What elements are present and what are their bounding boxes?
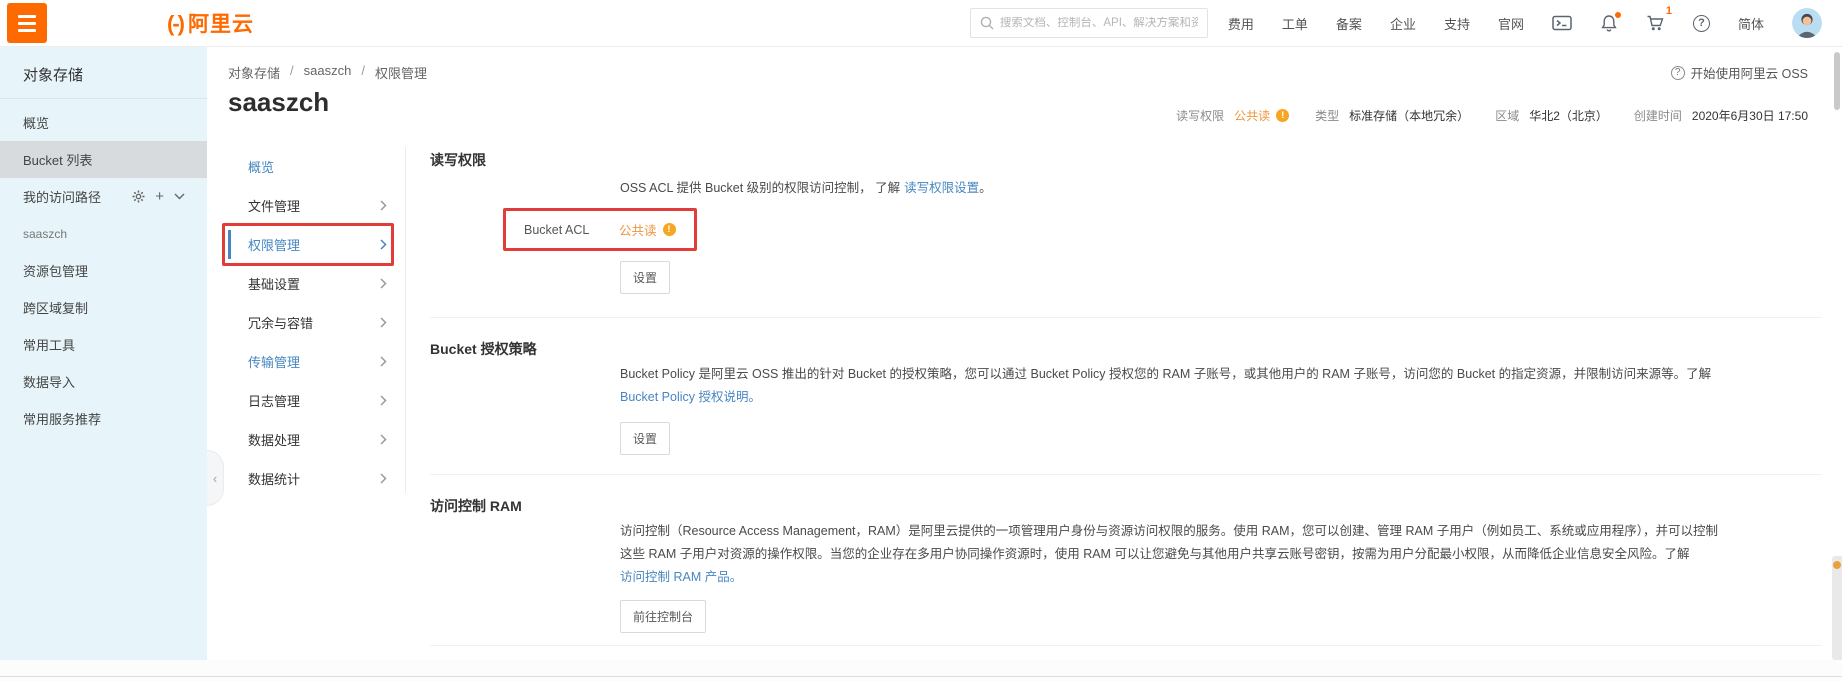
topnav-item-enterprise[interactable]: 企业 <box>1390 14 1416 33</box>
ram-product-link[interactable]: 访问控制 RAM 产品。 <box>620 570 742 584</box>
topnav-item-site[interactable]: 官网 <box>1498 14 1524 33</box>
ram-description-line1: 访问控制（Resource Access Management，RAM）是阿里云… <box>620 520 1822 543</box>
acl-status-value: 公共读 <box>1234 107 1270 124</box>
chevron-right-icon <box>380 239 387 250</box>
bucket-acl-label: Bucket ACL <box>524 223 619 237</box>
menu-item-overview[interactable]: 概览 <box>228 147 405 186</box>
menu-item-basic-settings[interactable]: 基础设置 <box>228 264 405 303</box>
chevron-right-icon <box>380 473 387 484</box>
topnav-item-billing[interactable]: 费用 <box>1228 14 1254 33</box>
acl-description: OSS ACL 提供 Bucket 级别的权限访问控制， 了解读写权限设置。 <box>620 177 1822 196</box>
bucket-policy-doc-link[interactable]: Bucket Policy 授权说明。 <box>620 390 761 404</box>
policy-description-line1: Bucket Policy 是阿里云 OSS 推出的针对 Bucket 的授权策… <box>620 363 1822 386</box>
topbar: (-) 阿里云 费用 工单 备案 企业 支持 官网 <box>0 0 1842 47</box>
breadcrumb-permissions[interactable]: 权限管理 <box>375 63 427 82</box>
menu-item-data-statistics[interactable]: 数据统计 <box>228 459 405 498</box>
bucket-settings-menu: 概览 文件管理 权限管理 基础设置 冗余与容错 传输管理 日志管理 数据处理 <box>228 147 405 498</box>
chevron-right-icon <box>380 200 387 211</box>
sidebar-item-bucket-list[interactable]: Bucket 列表 <box>0 141 207 178</box>
breadcrumb-oss[interactable]: 对象存储 <box>228 63 280 82</box>
chevron-right-icon <box>380 317 387 328</box>
ram-description-line2: 这些 RAM 子用户对资源的操作权限。当您的企业存在多用户协同操作资源时，使用 … <box>620 543 1822 566</box>
logo-bracket-icon: (-) <box>167 11 183 37</box>
section-title: Bucket 授权策略 <box>430 318 620 455</box>
language-switcher[interactable]: 简体 <box>1738 14 1764 33</box>
menu-item-redundancy[interactable]: 冗余与容错 <box>228 303 405 342</box>
menu-item-transfer-management[interactable]: 传输管理 <box>228 342 405 381</box>
chevron-down-icon[interactable] <box>174 193 185 200</box>
menu-item-data-processing[interactable]: 数据处理 <box>228 420 405 459</box>
menu-item-file-management[interactable]: 文件管理 <box>228 186 405 225</box>
section-hotlink-protection: 防盗链 <box>430 646 1822 660</box>
sidebar-collapse-handle[interactable]: ‹ <box>207 450 224 506</box>
sidebar-item-recommended-services[interactable]: 常用服务推荐 <box>0 400 207 437</box>
product-sidebar: 对象存储 概览 Bucket 列表 我的访问路径 + <box>0 47 207 660</box>
add-path-icon[interactable]: + <box>155 189 164 204</box>
breadcrumb-bucket[interactable]: saaszch <box>304 63 352 82</box>
cloudshell-terminal-icon[interactable] <box>1552 15 1572 31</box>
sidebar-item-saaszch[interactable]: saaszch <box>0 215 207 252</box>
policy-configure-button[interactable]: 设置 <box>620 422 670 455</box>
menu-item-logging[interactable]: 日志管理 <box>228 381 405 420</box>
chevron-right-icon <box>380 278 387 289</box>
cart-icon[interactable]: 1 <box>1646 14 1665 32</box>
section-ram: 访问控制 RAM 访问控制（Resource Access Management… <box>430 475 1822 633</box>
ram-console-button[interactable]: 前往控制台 <box>620 600 706 633</box>
help-icon[interactable]: ? <box>1693 15 1710 32</box>
permission-panels: 读写权限 OSS ACL 提供 Bucket 级别的权限访问控制， 了解读写权限… <box>430 147 1822 660</box>
user-avatar[interactable] <box>1792 8 1822 38</box>
bucket-meta: 读写权限 公共读 ! 类型 标准存储（本地冗余） 区域 华北2（北京） 创建时间… <box>1176 107 1808 124</box>
topnav-item-tickets[interactable]: 工单 <box>1282 14 1308 33</box>
sidebar-item-overview[interactable]: 概览 <box>0 104 207 141</box>
cart-badge: 1 <box>1666 5 1672 17</box>
notifications-bell-icon[interactable] <box>1600 14 1618 33</box>
topnav: 费用 工单 备案 企业 支持 官网 1 <box>1228 8 1828 38</box>
sidebar-item-common-tools[interactable]: 常用工具 <box>0 326 207 363</box>
aliyun-logo[interactable]: (-) 阿里云 <box>167 8 254 38</box>
acl-settings-doc-link[interactable]: 读写权限设置 <box>904 181 979 195</box>
getting-started-link[interactable]: ? 开始使用阿里云 OSS <box>1671 63 1808 82</box>
gear-icon[interactable] <box>132 190 145 203</box>
warning-icon: ! <box>1276 109 1289 122</box>
question-circle-icon: ? <box>1671 66 1685 80</box>
section-acl: 读写权限 OSS ACL 提供 Bucket 级别的权限访问控制， 了解读写权限… <box>430 149 1822 294</box>
sidebar-item-data-import[interactable]: 数据导入 <box>0 363 207 400</box>
search-icon <box>980 16 994 30</box>
right-floating-widget[interactable] <box>1832 556 1842 660</box>
brand-name: 阿里云 <box>188 8 254 38</box>
sidebar-item-cross-region-replication[interactable]: 跨区域复制 <box>0 289 207 326</box>
chevron-right-icon <box>380 434 387 445</box>
chevron-right-icon <box>380 356 387 367</box>
section-bucket-policy: Bucket 授权策略 Bucket Policy 是阿里云 OSS 推出的针对… <box>430 318 1822 455</box>
section-title: 访问控制 RAM <box>430 475 620 633</box>
topnav-item-icp[interactable]: 备案 <box>1336 14 1362 33</box>
section-title: 防盗链 <box>430 646 620 660</box>
sidebar-item-my-access-paths[interactable]: 我的访问路径 + <box>0 178 207 215</box>
widget-dot-icon <box>1833 561 1841 569</box>
warning-icon: ! <box>663 223 676 236</box>
search-input[interactable] <box>1000 17 1198 29</box>
breadcrumb: 对象存储 / saaszch / 权限管理 <box>228 63 427 82</box>
chevron-right-icon <box>380 395 387 406</box>
scrollbar-thumb[interactable] <box>1834 52 1840 110</box>
bucket-acl-value: 公共读 ! <box>619 220 676 239</box>
page-title: saaszch <box>228 87 329 118</box>
menu-divider <box>405 147 406 493</box>
hamburger-menu-icon[interactable] <box>7 3 47 43</box>
sidebar-item-resource-packages[interactable]: 资源包管理 <box>0 252 207 289</box>
main-content: 对象存储 / saaszch / 权限管理 ? 开始使用阿里云 OSS saas… <box>207 47 1842 660</box>
sidebar-title: 对象存储 <box>0 47 207 99</box>
window-bottom-edge <box>0 676 1842 677</box>
notification-dot <box>1615 12 1621 18</box>
annotation-box-bucket-acl: Bucket ACL 公共读 ! <box>503 208 697 251</box>
acl-configure-button[interactable]: 设置 <box>620 261 670 294</box>
menu-item-permission-management[interactable]: 权限管理 <box>228 225 405 264</box>
global-search-box[interactable] <box>970 8 1208 38</box>
topnav-item-support[interactable]: 支持 <box>1444 14 1470 33</box>
